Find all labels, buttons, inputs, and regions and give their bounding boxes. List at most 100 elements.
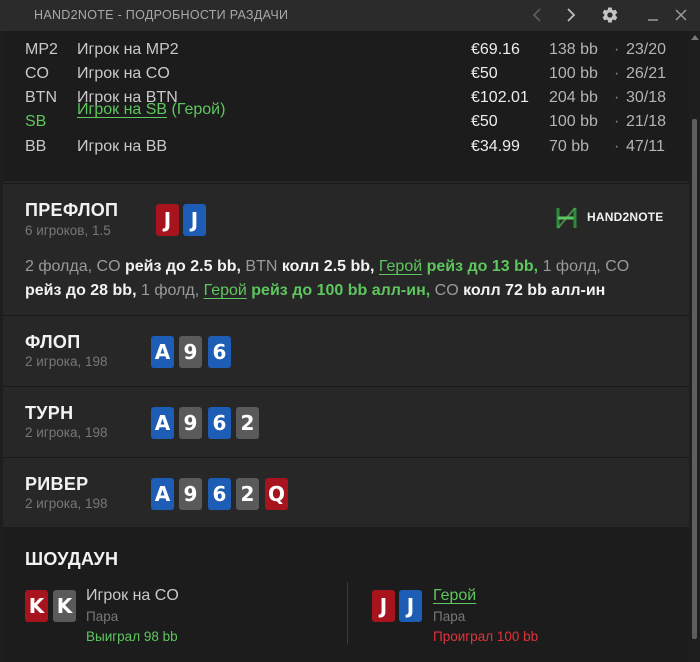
- player-stack: €50: [471, 65, 498, 82]
- action-text: 1 фолд,: [140, 282, 200, 299]
- river-title: РИВЕР: [25, 474, 89, 494]
- action-text: 1 фолд, CO: [542, 258, 630, 275]
- hero-tag: (Герой): [167, 101, 226, 118]
- preflop-title: ПРЕФЛОП: [25, 200, 119, 220]
- showdown-title: ШОУДАУН: [25, 549, 119, 569]
- player-name: Игрок на MP2: [77, 41, 179, 58]
- player-stack-bb: 138 bb: [549, 41, 598, 58]
- hero-link[interactable]: Герой: [204, 282, 247, 299]
- action-text: рейз до 28 bb,: [25, 282, 137, 299]
- player-stack: €34.99: [471, 138, 520, 155]
- showdown-card: K: [25, 590, 48, 622]
- turn-title: ТУРН: [25, 403, 74, 423]
- stat-separator: ·: [614, 65, 620, 82]
- preflop-section: ПРЕФЛОП 6 игроков, 1.5 J J 2 фолда, CO р…: [3, 183, 689, 314]
- stat-separator: ·: [614, 41, 620, 58]
- hero-player-name[interactable]: Игрок на SB (Герой): [77, 98, 225, 122]
- player-name: Игрок на BB: [77, 138, 168, 155]
- showdown-hand-rank: Пара: [86, 609, 119, 624]
- previous-hand-button[interactable]: [527, 4, 547, 26]
- chevron-right-icon: [567, 8, 576, 22]
- window-title: HAND2NOTE - ПОДРОБНОСТИ РАЗДАЧИ: [34, 8, 289, 22]
- next-hand-button[interactable]: [561, 4, 581, 26]
- action-text: BTN: [245, 258, 278, 275]
- player-stats: 30/18: [626, 89, 667, 106]
- flop-section: ФЛОП 2 игрока, 198 A 9 6: [3, 315, 689, 386]
- player-row[interactable]: CO Игрок на CO €50 100 bb · 26/21: [3, 62, 689, 86]
- chevron-left-icon: [532, 8, 541, 22]
- player-row[interactable]: BB Игрок на BB €34.99 70 bb · 47/11: [3, 135, 689, 159]
- action-text: рейз до 2.5 bb,: [124, 258, 241, 275]
- showdown-hero-name[interactable]: Герой: [433, 587, 476, 605]
- minimize-button[interactable]: [643, 4, 663, 26]
- player-stack-bb: 100 bb: [549, 113, 598, 130]
- preflop-players-pot: 6 игроков, 1.5: [25, 223, 111, 238]
- hand2note-logo: HAND2NOTE: [555, 205, 675, 231]
- flop-players-pot: 2 игрока, 198: [25, 354, 108, 369]
- board-card: 9: [179, 336, 202, 368]
- showdown-result-loss: Проиграл 100 bb: [433, 629, 539, 644]
- showdown-hand-rank: Пара: [433, 609, 466, 624]
- showdown-card: K: [53, 590, 76, 622]
- river-section: РИВЕР 2 игрока, 198 A 9 6 2 Q: [3, 457, 689, 527]
- action-text: 2 фолда, CO: [25, 258, 121, 275]
- settings-button[interactable]: [599, 4, 621, 26]
- minimize-icon: [648, 19, 658, 21]
- scroll-up-arrow-icon[interactable]: [691, 35, 699, 40]
- player-stack-bb: 70 bb: [549, 138, 590, 155]
- player-name: Игрок на CO: [77, 65, 170, 82]
- stat-separator: ·: [614, 113, 620, 130]
- showdown-section: ШОУДАУН K K Игрок на CO Пара Выиграл 98 …: [3, 527, 689, 662]
- title-bar: HAND2NOTE - ПОДРОБНОСТИ РАЗДАЧИ: [0, 0, 700, 31]
- preflop-actions: 2 фолда, CO рейз до 2.5 bb, BTN колл 2.5…: [25, 255, 665, 303]
- player-stack-bb: 100 bb: [549, 65, 598, 82]
- gear-icon: [602, 7, 618, 23]
- player-row[interactable]: MP2 Игрок на MP2 €69.16 138 bb · 23/20: [3, 38, 689, 62]
- player-row-hero[interactable]: SB Игрок на SB (Герой) €50 100 bb · 21/1…: [3, 101, 689, 134]
- hand2note-logo-icon: [556, 207, 577, 229]
- board-card: Q: [265, 478, 288, 510]
- river-players-pot: 2 игрока, 198: [25, 496, 108, 511]
- board-card: 2: [236, 407, 259, 439]
- action-text: CO: [434, 282, 459, 299]
- player-position: SB: [25, 113, 47, 130]
- stat-separator: ·: [614, 138, 620, 155]
- player-position: MP2: [25, 41, 58, 58]
- player-stats: 47/11: [626, 138, 665, 155]
- hero-link[interactable]: Герой: [379, 258, 422, 275]
- player-position: BB: [25, 138, 47, 155]
- player-stack: €50: [471, 113, 498, 130]
- board-card: 9: [179, 407, 202, 439]
- action-text: рейз до 13 bb,: [426, 258, 539, 275]
- scrollbar[interactable]: [689, 31, 700, 662]
- stat-separator: ·: [614, 89, 620, 106]
- board-card: 2: [236, 478, 259, 510]
- hero-card: J: [183, 204, 206, 236]
- players-table: MP2 Игрок на MP2 €69.16 138 bb · 23/20 C…: [3, 31, 689, 181]
- board-card: 6: [208, 407, 231, 439]
- showdown-card: J: [399, 590, 422, 622]
- action-text: колл 2.5 bb,: [281, 258, 375, 275]
- player-position: BTN: [25, 89, 57, 106]
- showdown-player-name: Игрок на CO: [86, 587, 179, 604]
- close-button[interactable]: [671, 4, 691, 26]
- player-stats: 26/21: [626, 65, 667, 82]
- showdown-divider: [347, 582, 348, 644]
- player-stack-bb: 204 bb: [549, 89, 598, 106]
- showdown-result-win: Выиграл 98 bb: [86, 629, 178, 644]
- showdown-card: J: [372, 590, 395, 622]
- player-stats: 23/20: [626, 41, 667, 58]
- action-text: колл 72 bb алл-ин: [463, 282, 606, 299]
- turn-players-pot: 2 игрока, 198: [25, 425, 108, 440]
- flop-title: ФЛОП: [25, 332, 81, 352]
- board-card: 9: [179, 478, 202, 510]
- action-text: рейз до 100 bb алл-ин,: [251, 282, 431, 299]
- hero-card: J: [156, 204, 179, 236]
- turn-section: ТУРН 2 игрока, 198 A 9 6 2: [3, 386, 689, 457]
- board-card: A: [151, 407, 174, 439]
- player-stack: €102.01: [471, 89, 529, 106]
- board-card: 6: [208, 478, 231, 510]
- player-stack: €69.16: [471, 41, 520, 58]
- scroll-thumb[interactable]: [692, 119, 697, 639]
- player-name[interactable]: Игрок на SB: [77, 101, 167, 118]
